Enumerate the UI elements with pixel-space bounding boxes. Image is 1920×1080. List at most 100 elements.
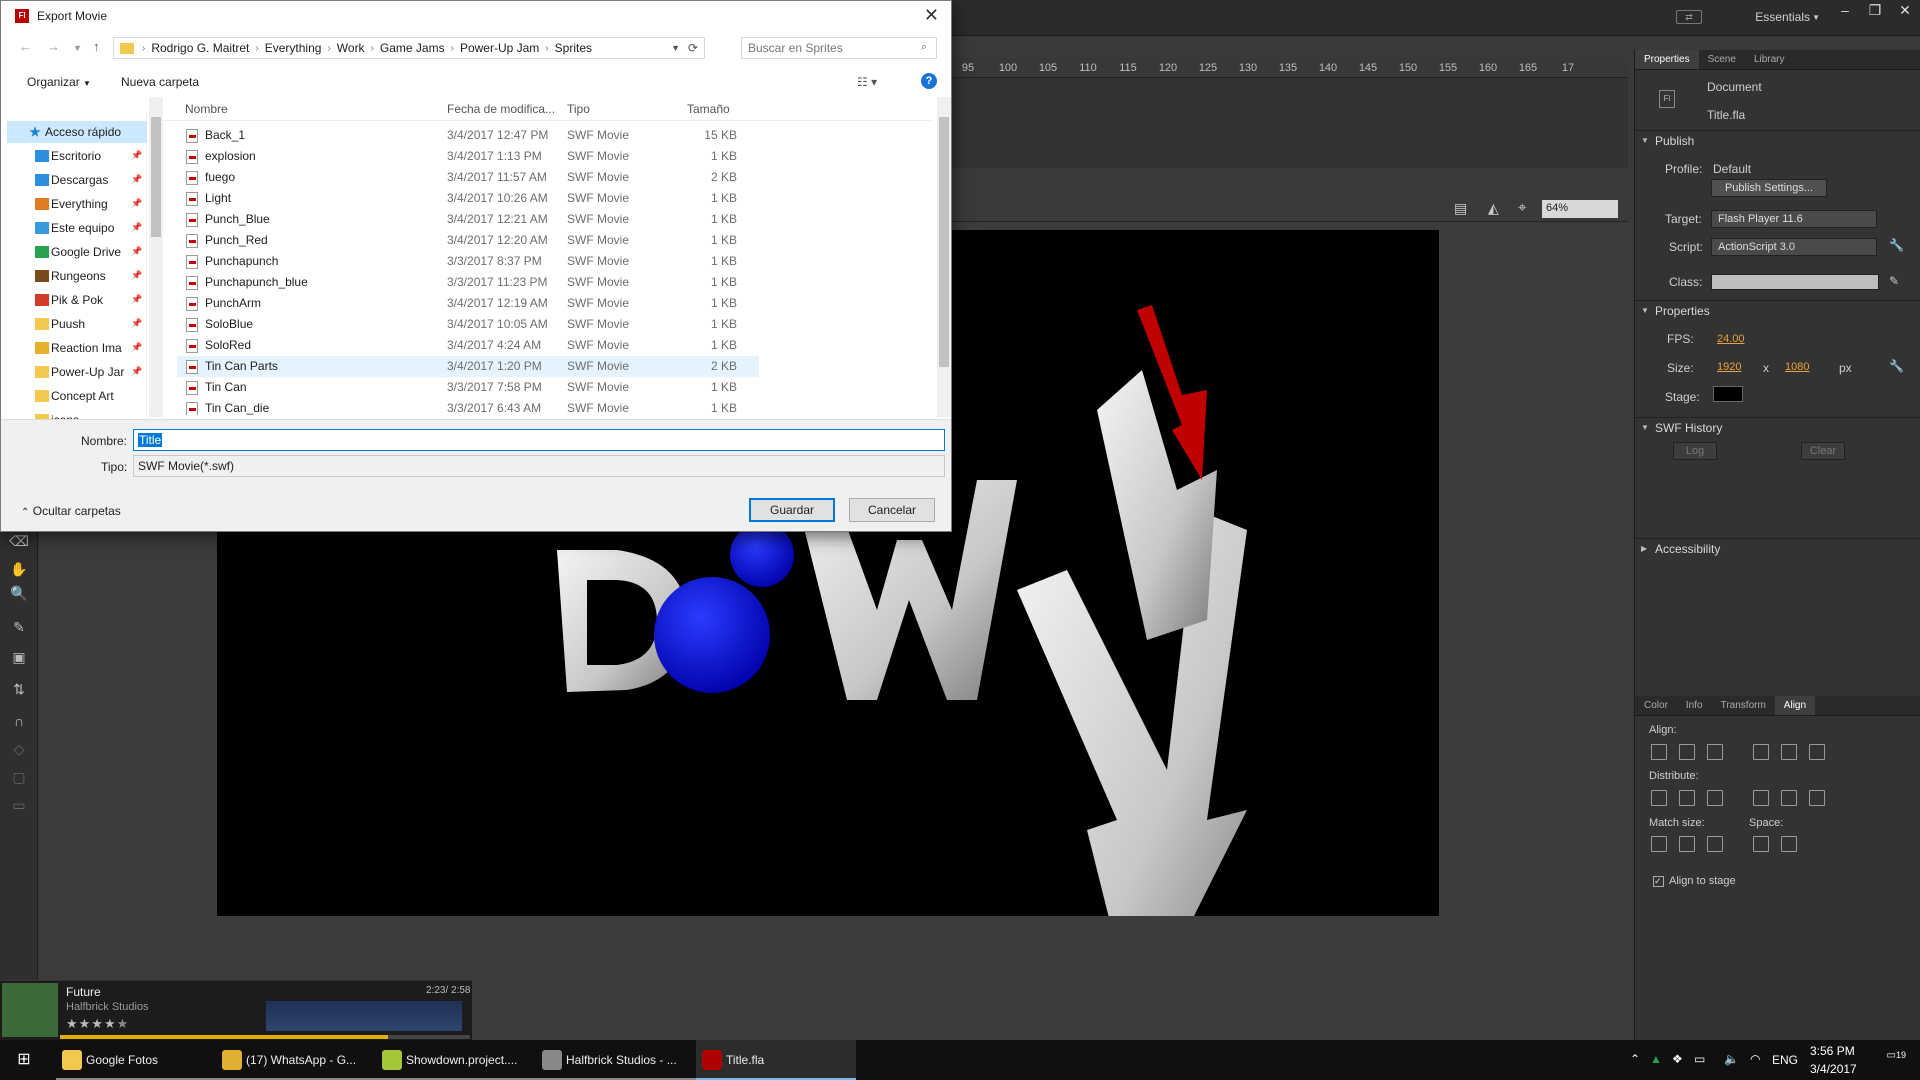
nav-tree-item[interactable]: Este equipo 📌 xyxy=(7,217,147,239)
straighten-icon[interactable]: ▢ xyxy=(8,766,30,788)
nav-tree-item[interactable]: Acceso rápido xyxy=(7,121,147,143)
tab-align[interactable]: Align xyxy=(1774,696,1816,715)
rotate-icon[interactable]: ◭ xyxy=(1488,200,1499,217)
pin-icon[interactable]: 📌 xyxy=(131,174,142,185)
tab-properties[interactable]: Properties xyxy=(1635,50,1699,69)
cancel-button[interactable]: Cancelar xyxy=(849,498,935,522)
smooth-icon[interactable]: ◇ xyxy=(8,738,30,760)
tab-transform[interactable]: Transform xyxy=(1712,696,1775,715)
timeline-frames[interactable] xyxy=(948,78,1628,168)
column-date[interactable]: Fecha de modifica... xyxy=(447,102,555,116)
space-horizontal-icon[interactable] xyxy=(1781,836,1797,852)
fps-value[interactable]: 24.00 xyxy=(1717,333,1745,345)
match-height-icon[interactable] xyxy=(1679,836,1695,852)
file-row[interactable]: SoloBlue 3/4/2017 10:05 AM SWF Movie 1 KB xyxy=(177,314,759,335)
workspace-dropdown-icon[interactable]: ▼ xyxy=(1812,13,1820,22)
nav-tree-item[interactable]: Google Drive 📌 xyxy=(7,241,147,263)
file-row[interactable]: SoloRed 3/4/2017 4:24 AM SWF Movie 1 KB xyxy=(177,335,759,356)
file-row[interactable]: Punch_Red 3/4/2017 12:20 AM SWF Movie 1 KB xyxy=(177,230,759,251)
file-row[interactable]: fuego 3/4/2017 11:57 AM SWF Movie 2 KB xyxy=(177,167,759,188)
nav-tree-item[interactable]: Descargas 📌 xyxy=(7,169,147,191)
align-left-icon[interactable] xyxy=(1651,744,1667,760)
column-size[interactable]: Tamaño xyxy=(687,102,730,116)
snap-icon[interactable]: ∩ xyxy=(8,710,30,732)
align-top-icon[interactable] xyxy=(1753,744,1769,760)
nav-tree-item[interactable]: Reaction Ima 📌 xyxy=(7,337,147,359)
zoom-select[interactable]: 64% xyxy=(1542,200,1618,218)
breadcrumb-item[interactable]: Rodrigo G. Maitret xyxy=(151,41,249,55)
close-window-button[interactable]: ✕ xyxy=(1890,0,1920,22)
volume-icon[interactable]: 🔈 xyxy=(1724,1052,1739,1066)
tray-chevron-icon[interactable]: ⌃ xyxy=(1630,1052,1640,1066)
nav-tree-item[interactable]: Everything 📌 xyxy=(7,193,147,215)
distribute-hcenter-icon[interactable] xyxy=(1781,790,1797,806)
target-select[interactable]: Flash Player 11.6 xyxy=(1711,210,1877,228)
sync-icon[interactable]: ⇄ xyxy=(1676,10,1702,24)
view-options-icon[interactable]: ☷ ▾ xyxy=(857,75,877,89)
wifi-icon[interactable]: ◠ xyxy=(1750,1052,1760,1066)
distribute-top-icon[interactable] xyxy=(1651,790,1667,806)
recent-dropdown-icon[interactable]: ▼ xyxy=(73,43,82,53)
edit-class-icon[interactable]: ✎ xyxy=(1889,274,1899,288)
align-vcenter-icon[interactable] xyxy=(1781,744,1797,760)
stroke-color-icon[interactable]: ✎ xyxy=(8,616,30,638)
language-indicator[interactable]: ENG xyxy=(1772,1053,1798,1067)
height-value[interactable]: 1080 xyxy=(1785,361,1809,373)
nav-tree-item[interactable]: Pik & Pok 📌 xyxy=(7,289,147,311)
align-to-stage-checkbox[interactable]: ✓ xyxy=(1653,876,1664,887)
pin-icon[interactable]: 📌 xyxy=(131,150,142,161)
pin-icon[interactable]: 📌 xyxy=(131,294,142,305)
clear-button[interactable]: Clear xyxy=(1801,442,1845,460)
pin-icon[interactable]: 📌 xyxy=(131,318,142,329)
address-dropdown-icon[interactable]: ▼ xyxy=(671,43,680,53)
space-vertical-icon[interactable] xyxy=(1753,836,1769,852)
align-bottom-icon[interactable] xyxy=(1809,744,1825,760)
breadcrumb-item[interactable]: Work xyxy=(337,41,365,55)
refresh-icon[interactable]: ⟳ xyxy=(688,41,698,55)
organize-button[interactable]: Organizar ▼ xyxy=(27,75,91,89)
wrench-icon[interactable]: 🔧 xyxy=(1889,238,1904,252)
swap-colors-icon[interactable]: ⇅ xyxy=(8,678,30,700)
nav-tree-item[interactable]: Rungeons 📌 xyxy=(7,265,147,287)
fill-color-icon[interactable]: ▣ xyxy=(8,646,30,668)
nav-tree-item[interactable]: Puush 📌 xyxy=(7,313,147,335)
pin-icon[interactable]: 📌 xyxy=(131,222,142,233)
search-input[interactable]: Buscar en Sprites xyxy=(741,37,937,59)
nav-scrollbar[interactable] xyxy=(149,97,163,417)
breadcrumb-item[interactable]: Everything xyxy=(265,41,322,55)
file-row[interactable]: Punchapunch 3/3/2017 8:37 PM SWF Movie 1 KB xyxy=(177,251,759,272)
tab-info[interactable]: Info xyxy=(1677,696,1712,715)
nav-tree-item[interactable]: Escritorio 📌 xyxy=(7,145,147,167)
publish-section-header[interactable]: Publish xyxy=(1635,130,1920,151)
file-row[interactable]: Back_1 3/4/2017 12:47 PM SWF Movie 15 KB xyxy=(177,125,759,146)
pin-icon[interactable]: 📌 xyxy=(131,366,142,377)
column-name[interactable]: Nombre xyxy=(185,102,228,116)
file-row[interactable]: Tin Can 3/3/2017 7:58 PM SWF Movie 1 KB xyxy=(177,377,759,398)
restore-button[interactable]: ❐ xyxy=(1860,0,1890,22)
pin-icon[interactable]: 📌 xyxy=(131,342,142,353)
properties-section-header[interactable]: Properties xyxy=(1635,300,1920,321)
rating-stars[interactable]: ★★★★★ xyxy=(66,1016,129,1032)
tab-scene[interactable]: Scene xyxy=(1699,50,1745,69)
progress-bar[interactable] xyxy=(60,1035,470,1039)
taskbar-app[interactable]: Halfbrick Studios - ... xyxy=(536,1040,696,1080)
breadcrumb-item[interactable]: Sprites xyxy=(555,41,592,55)
align-right-icon[interactable] xyxy=(1707,744,1723,760)
size-wrench-icon[interactable]: 🔧 xyxy=(1889,359,1904,373)
script-select[interactable]: ActionScript 3.0 xyxy=(1711,238,1877,256)
eraser-tool-icon[interactable]: ⌫ xyxy=(8,530,30,552)
clock-date[interactable]: 3/4/2017 xyxy=(1810,1062,1857,1076)
filename-input[interactable]: Title xyxy=(133,429,945,451)
save-button[interactable]: Guardar xyxy=(749,498,835,522)
publish-settings-button[interactable]: Publish Settings... xyxy=(1711,179,1827,197)
taskbar-app[interactable]: Title.fla xyxy=(696,1040,856,1080)
swf-history-section-header[interactable]: SWF History xyxy=(1635,417,1920,438)
center-stage-icon[interactable]: ⌖ xyxy=(1518,199,1526,216)
file-scrollbar[interactable] xyxy=(937,97,951,417)
google-drive-icon[interactable]: ▲ xyxy=(1650,1052,1662,1066)
camera-icon[interactable]: ▤ xyxy=(1454,200,1467,217)
zoom-tool-icon[interactable]: 🔍 xyxy=(8,582,30,604)
file-row[interactable]: Punch_Blue 3/4/2017 12:21 AM SWF Movie 1 KB xyxy=(177,209,759,230)
notification-icon[interactable]: ▭19 xyxy=(1882,1050,1906,1070)
pin-icon[interactable]: 📌 xyxy=(131,270,142,281)
